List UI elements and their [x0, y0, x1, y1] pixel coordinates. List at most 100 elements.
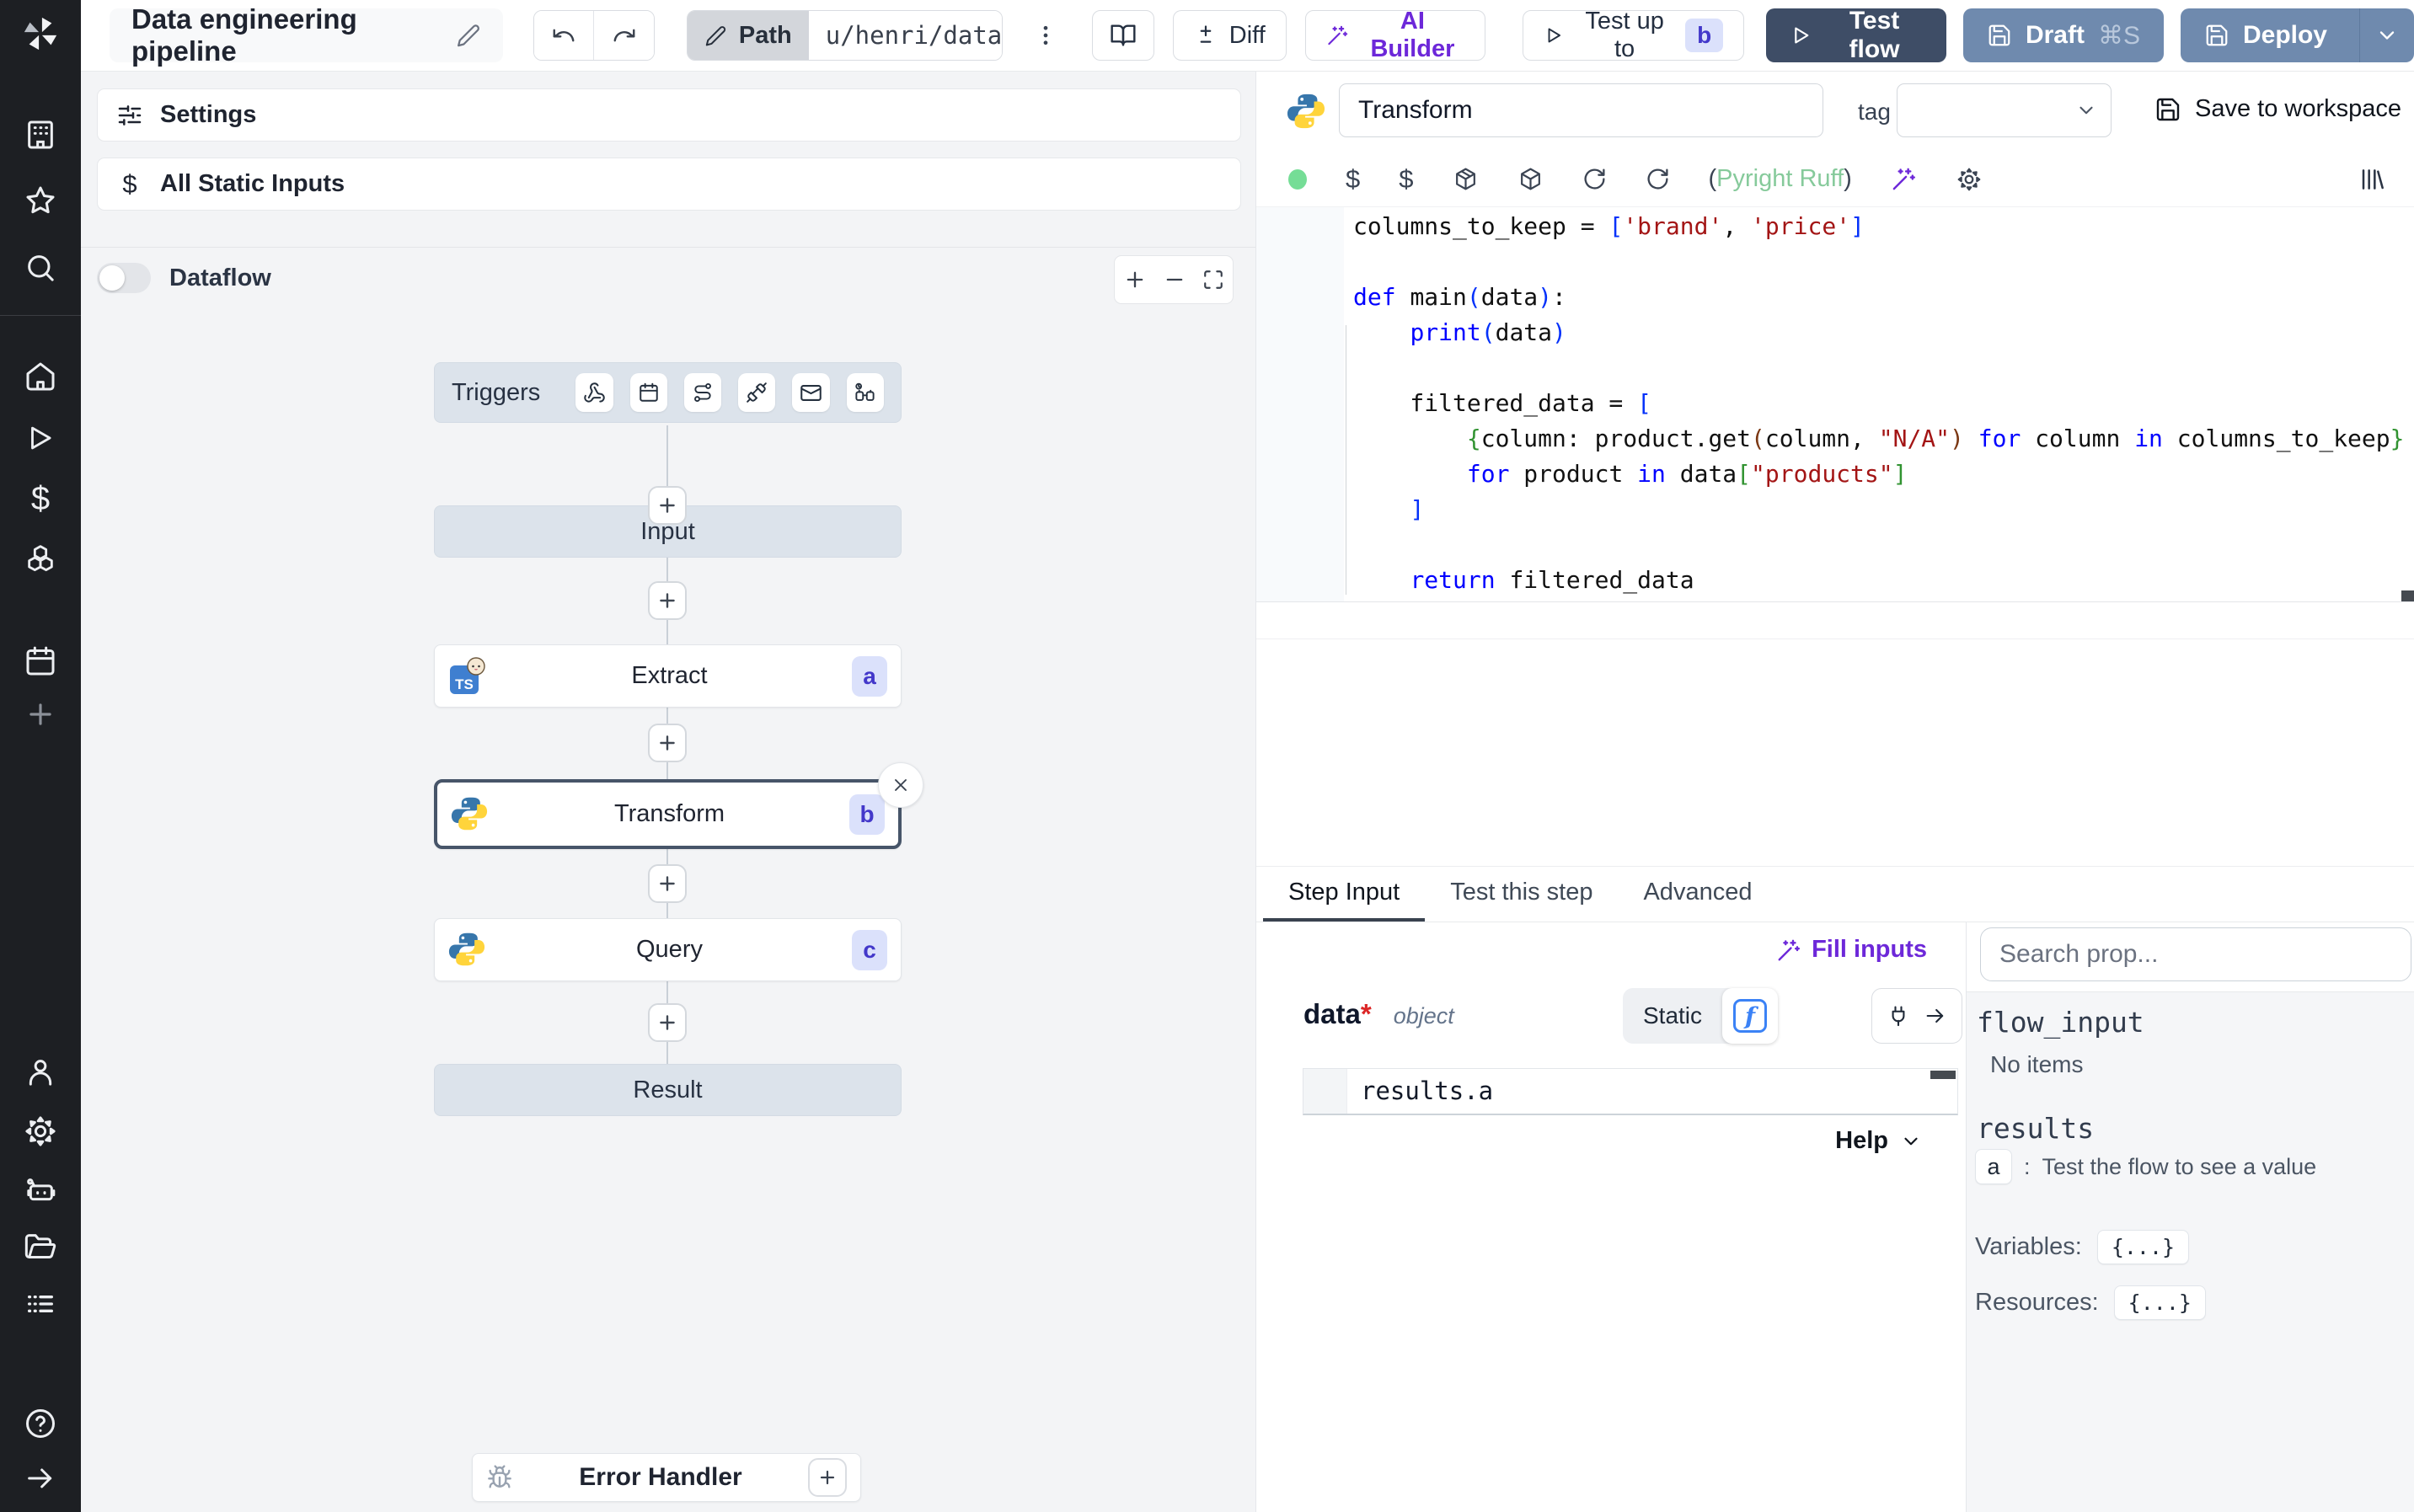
- ai-builder-button[interactable]: AI Builder: [1304, 8, 1486, 62]
- editor-settings-gear-icon[interactable]: [1956, 166, 1983, 193]
- resource-picker-icon[interactable]: $: [1399, 164, 1413, 195]
- package-icon[interactable]: [1517, 166, 1544, 192]
- flow-graph: Triggers Input TS Extract a Transform b …: [81, 248, 1255, 1512]
- static-mode-label[interactable]: Static: [1623, 1002, 1722, 1029]
- more-kebab-icon[interactable]: [1033, 23, 1058, 48]
- tab-step-input[interactable]: Step Input: [1263, 867, 1426, 922]
- email-trigger-icon[interactable]: [792, 373, 830, 412]
- home-icon[interactable]: [0, 353, 81, 400]
- status-dot: [1288, 168, 1307, 190]
- expression-value[interactable]: results.a: [1347, 1069, 1493, 1114]
- variables-dollar-icon[interactable]: $: [0, 475, 81, 522]
- extract-node-label: Extract: [631, 662, 708, 689]
- insert-step-button[interactable]: [648, 486, 687, 525]
- test-flow-button[interactable]: Test flow: [1766, 7, 1946, 63]
- result-node[interactable]: Result: [434, 1064, 902, 1116]
- query-node-badge: c: [852, 929, 887, 970]
- reload-icon[interactable]: [1646, 167, 1670, 191]
- settings-gear-icon[interactable]: [0, 1108, 81, 1155]
- error-handler-node[interactable]: Error Handler: [472, 1453, 861, 1502]
- ai-wand-icon[interactable]: [1891, 166, 1917, 192]
- expression-editor[interactable]: results.a: [1303, 1068, 1958, 1115]
- expression-scrollbar[interactable]: [1930, 1071, 1956, 1079]
- windmill-logo-icon[interactable]: [0, 7, 81, 61]
- schedules-calendar-icon[interactable]: [0, 638, 81, 685]
- fill-inputs-button[interactable]: Fill inputs: [1776, 936, 1927, 964]
- user-icon[interactable]: [0, 1049, 81, 1096]
- result-item-sep: :: [2024, 1153, 2031, 1179]
- svg-text:TS: TS: [455, 676, 474, 692]
- path-edit-button[interactable]: Path: [687, 11, 809, 60]
- plug-trigger-icon[interactable]: [738, 373, 776, 412]
- variable-picker-icon[interactable]: $: [1346, 164, 1360, 195]
- plug-icon[interactable]: [1887, 1004, 1910, 1028]
- results-section-label[interactable]: results: [1977, 1112, 2094, 1145]
- diff-button[interactable]: Diff: [1172, 10, 1287, 61]
- package-icon[interactable]: [1453, 166, 1479, 192]
- editor-scrollbar[interactable]: [2401, 590, 2414, 602]
- insert-step-button[interactable]: [648, 581, 687, 620]
- add-plus-icon[interactable]: [0, 691, 81, 738]
- all-static-inputs-row[interactable]: $ All Static Inputs: [97, 158, 1241, 211]
- transform-node[interactable]: Transform b: [434, 762, 923, 849]
- docs-book-button[interactable]: [1091, 10, 1154, 61]
- flow-input-empty: No items: [1990, 1051, 2084, 1077]
- apps-icon[interactable]: [0, 111, 81, 158]
- code-line: {column: product.get(column, "N/A") for …: [1466, 425, 2405, 452]
- add-error-handler-button[interactable]: [808, 1458, 847, 1497]
- input-mode-toggle: Static f: [1623, 988, 1779, 1044]
- tag-select[interactable]: [1897, 83, 2112, 137]
- schedule-trigger-icon[interactable]: [629, 373, 667, 412]
- path-value[interactable]: u/henri/data_: [808, 11, 1002, 60]
- webhook-trigger-icon[interactable]: [575, 373, 613, 412]
- deploy-button[interactable]: Deploy: [2180, 8, 2414, 62]
- chevron-down-icon: [2379, 31, 2395, 40]
- expression-mode-button[interactable]: f: [1722, 988, 1779, 1044]
- insert-step-button[interactable]: [648, 864, 687, 903]
- tab-advanced[interactable]: Advanced: [1618, 867, 1777, 922]
- code-editor[interactable]: columns_to_keep = ['brand', 'price'] def…: [1256, 207, 2414, 602]
- draft-button[interactable]: Draft ⌘S: [1962, 8, 2164, 62]
- draft-shortcut: ⌘S: [2097, 21, 2140, 50]
- workers-bot-icon[interactable]: [0, 1166, 81, 1213]
- query-node[interactable]: Query c: [434, 918, 902, 981]
- deploy-dropdown-toggle[interactable]: [2359, 8, 2414, 62]
- reload-icon[interactable]: [1582, 167, 1607, 191]
- favorites-star-icon[interactable]: [0, 177, 81, 224]
- resources-expand-chip[interactable]: {...}: [2113, 1285, 2206, 1320]
- logs-list-icon[interactable]: [0, 1280, 81, 1328]
- runs-play-icon[interactable]: [0, 414, 81, 462]
- python-icon: [1287, 92, 1325, 131]
- variables-expand-chip[interactable]: {...}: [2096, 1230, 2190, 1264]
- flow-settings-row[interactable]: Settings: [97, 88, 1241, 142]
- help-toggle[interactable]: Help: [1835, 1127, 1922, 1155]
- save-to-workspace-button[interactable]: Save to workspace: [2154, 95, 2401, 123]
- remove-step-close-icon[interactable]: [878, 762, 923, 808]
- insert-step-button[interactable]: [648, 1003, 687, 1042]
- search-prop-input[interactable]: [1980, 927, 2411, 981]
- test-up-to-button[interactable]: Test up to b: [1523, 8, 1745, 62]
- step-header: tag Save to workspace: [1256, 72, 2414, 152]
- search-icon[interactable]: [0, 244, 81, 291]
- step-name-input[interactable]: [1339, 83, 1823, 137]
- library-panel-icon[interactable]: [2358, 166, 2385, 193]
- extract-node[interactable]: TS Extract a: [434, 644, 902, 708]
- result-item-badge[interactable]: a: [1975, 1149, 2012, 1184]
- error-handler-label: Error Handler: [579, 1463, 742, 1491]
- all-static-inputs-label: All Static Inputs: [160, 170, 345, 197]
- insert-step-button[interactable]: [648, 724, 687, 762]
- undo-button[interactable]: [534, 11, 595, 60]
- resources-boxes-icon[interactable]: [0, 536, 81, 583]
- redo-button[interactable]: [594, 11, 654, 60]
- help-icon[interactable]: [0, 1400, 81, 1447]
- edit-title-pencil-icon[interactable]: [456, 23, 481, 48]
- flow-input-section-label[interactable]: flow_input: [1977, 1006, 2144, 1039]
- expand-arrow-icon[interactable]: [0, 1455, 81, 1502]
- arrow-right-icon[interactable]: [1924, 1004, 1947, 1028]
- folders-icon[interactable]: [0, 1223, 81, 1270]
- result-item[interactable]: a : Test the flow to see a value: [1975, 1149, 2316, 1184]
- poll-trigger-icon[interactable]: [846, 373, 884, 412]
- route-trigger-icon[interactable]: [683, 373, 722, 412]
- tab-test-this-step[interactable]: Test this step: [1425, 867, 1618, 922]
- triggers-node[interactable]: Triggers: [434, 362, 902, 423]
